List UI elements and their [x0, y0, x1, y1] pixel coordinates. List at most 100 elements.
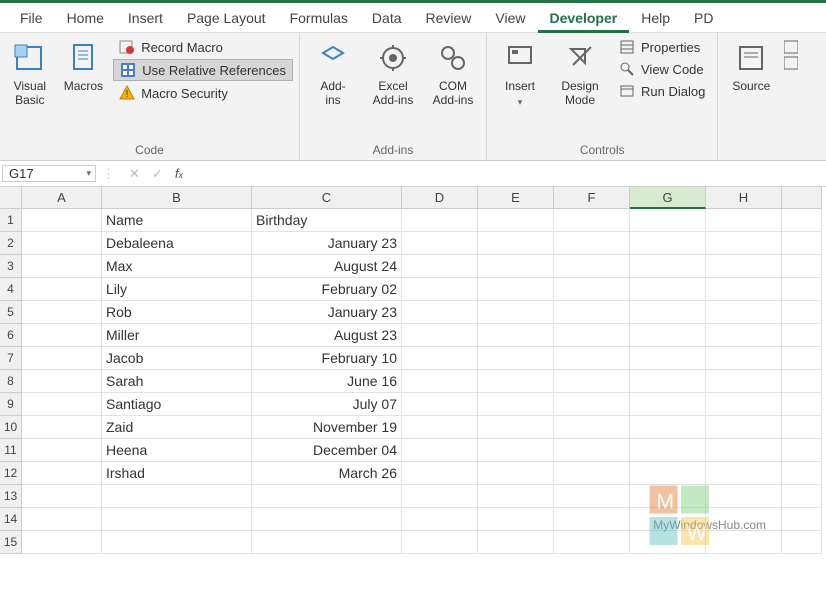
cell-F12[interactable]	[554, 462, 630, 485]
cell-I9[interactable]	[782, 393, 822, 416]
cell-E12[interactable]	[478, 462, 554, 485]
cell-D8[interactable]	[402, 370, 478, 393]
insert-control-button[interactable]: Insert ▾	[493, 37, 547, 108]
cell-E7[interactable]	[478, 347, 554, 370]
tab-data[interactable]: Data	[360, 3, 414, 33]
row-header[interactable]: 3	[0, 255, 22, 278]
cell-B11[interactable]: Heena	[102, 439, 252, 462]
row-header[interactable]: 15	[0, 531, 22, 554]
cell-C6[interactable]: August 23	[252, 324, 402, 347]
col-header-H[interactable]: H	[706, 187, 782, 209]
cell-H2[interactable]	[706, 232, 782, 255]
col-header-E[interactable]: E	[478, 187, 554, 209]
tab-view[interactable]: View	[483, 3, 537, 33]
cell-I3[interactable]	[782, 255, 822, 278]
cell-I5[interactable]	[782, 301, 822, 324]
cell-B5[interactable]: Rob	[102, 301, 252, 324]
cell-A7[interactable]	[22, 347, 102, 370]
fx-icon[interactable]: fx	[175, 166, 183, 181]
cell-D2[interactable]	[402, 232, 478, 255]
cell-F11[interactable]	[554, 439, 630, 462]
row-header[interactable]: 5	[0, 301, 22, 324]
cell-G10[interactable]	[630, 416, 706, 439]
row-header[interactable]: 13	[0, 485, 22, 508]
view-code-button[interactable]: View Code	[613, 59, 711, 79]
cell-A11[interactable]	[22, 439, 102, 462]
formula-input[interactable]	[193, 166, 826, 181]
cell-A10[interactable]	[22, 416, 102, 439]
row-header[interactable]: 12	[0, 462, 22, 485]
cell-C1[interactable]: Birthday	[252, 209, 402, 232]
cell-B13[interactable]	[102, 485, 252, 508]
cell-F6[interactable]	[554, 324, 630, 347]
row-header[interactable]: 11	[0, 439, 22, 462]
name-box[interactable]: G17 ▾	[2, 165, 96, 182]
cell-C8[interactable]: June 16	[252, 370, 402, 393]
cell-E4[interactable]	[478, 278, 554, 301]
cell-H11[interactable]	[706, 439, 782, 462]
cell-F4[interactable]	[554, 278, 630, 301]
cell-E8[interactable]	[478, 370, 554, 393]
cell-H13[interactable]	[706, 485, 782, 508]
cell-G2[interactable]	[630, 232, 706, 255]
cell-G5[interactable]	[630, 301, 706, 324]
cell-I1[interactable]	[782, 209, 822, 232]
record-macro-button[interactable]: Record Macro	[113, 37, 293, 57]
cell-C12[interactable]: March 26	[252, 462, 402, 485]
cell-B15[interactable]	[102, 531, 252, 554]
tab-file[interactable]: File	[8, 3, 55, 33]
cell-E11[interactable]	[478, 439, 554, 462]
cell-A15[interactable]	[22, 531, 102, 554]
cell-F13[interactable]	[554, 485, 630, 508]
cell-H6[interactable]	[706, 324, 782, 347]
source-button[interactable]: Source	[724, 37, 778, 93]
row-header[interactable]: 14	[0, 508, 22, 531]
cell-B3[interactable]: Max	[102, 255, 252, 278]
cell-B4[interactable]: Lily	[102, 278, 252, 301]
cell-I10[interactable]	[782, 416, 822, 439]
cell-G8[interactable]	[630, 370, 706, 393]
cell-F1[interactable]	[554, 209, 630, 232]
row-header[interactable]: 1	[0, 209, 22, 232]
cell-I2[interactable]	[782, 232, 822, 255]
cell-C13[interactable]	[252, 485, 402, 508]
cell-H8[interactable]	[706, 370, 782, 393]
cell-I6[interactable]	[782, 324, 822, 347]
macro-security-button[interactable]: ! Macro Security	[113, 83, 293, 103]
cell-B12[interactable]: Irshad	[102, 462, 252, 485]
cell-C7[interactable]: February 10	[252, 347, 402, 370]
cell-H7[interactable]	[706, 347, 782, 370]
cell-B14[interactable]	[102, 508, 252, 531]
cell-B8[interactable]: Sarah	[102, 370, 252, 393]
cell-B9[interactable]: Santiago	[102, 393, 252, 416]
cell-G6[interactable]	[630, 324, 706, 347]
cell-E13[interactable]	[478, 485, 554, 508]
tab-formulas[interactable]: Formulas	[278, 3, 360, 33]
cell-G7[interactable]	[630, 347, 706, 370]
cell-E3[interactable]	[478, 255, 554, 278]
cell-C9[interactable]: July 07	[252, 393, 402, 416]
cell-H9[interactable]	[706, 393, 782, 416]
cell-H10[interactable]	[706, 416, 782, 439]
tab-pd[interactable]: PD	[682, 3, 725, 33]
cell-G3[interactable]	[630, 255, 706, 278]
design-mode-button[interactable]: Design Mode	[553, 37, 607, 107]
cell-D12[interactable]	[402, 462, 478, 485]
cell-D5[interactable]	[402, 301, 478, 324]
tab-insert[interactable]: Insert	[116, 3, 175, 33]
row-header[interactable]: 7	[0, 347, 22, 370]
cell-C3[interactable]: August 24	[252, 255, 402, 278]
cell-I15[interactable]	[782, 531, 822, 554]
cell-I14[interactable]	[782, 508, 822, 531]
cell-D14[interactable]	[402, 508, 478, 531]
cell-F7[interactable]	[554, 347, 630, 370]
cell-E14[interactable]	[478, 508, 554, 531]
addins-button[interactable]: Add- ins	[306, 37, 360, 107]
cell-B1[interactable]: Name	[102, 209, 252, 232]
row-header[interactable]: 8	[0, 370, 22, 393]
col-header-C[interactable]: C	[252, 187, 402, 209]
tab-home[interactable]: Home	[55, 3, 116, 33]
visual-basic-button[interactable]: Visual Basic	[6, 37, 54, 107]
cell-I12[interactable]	[782, 462, 822, 485]
cell-H12[interactable]	[706, 462, 782, 485]
